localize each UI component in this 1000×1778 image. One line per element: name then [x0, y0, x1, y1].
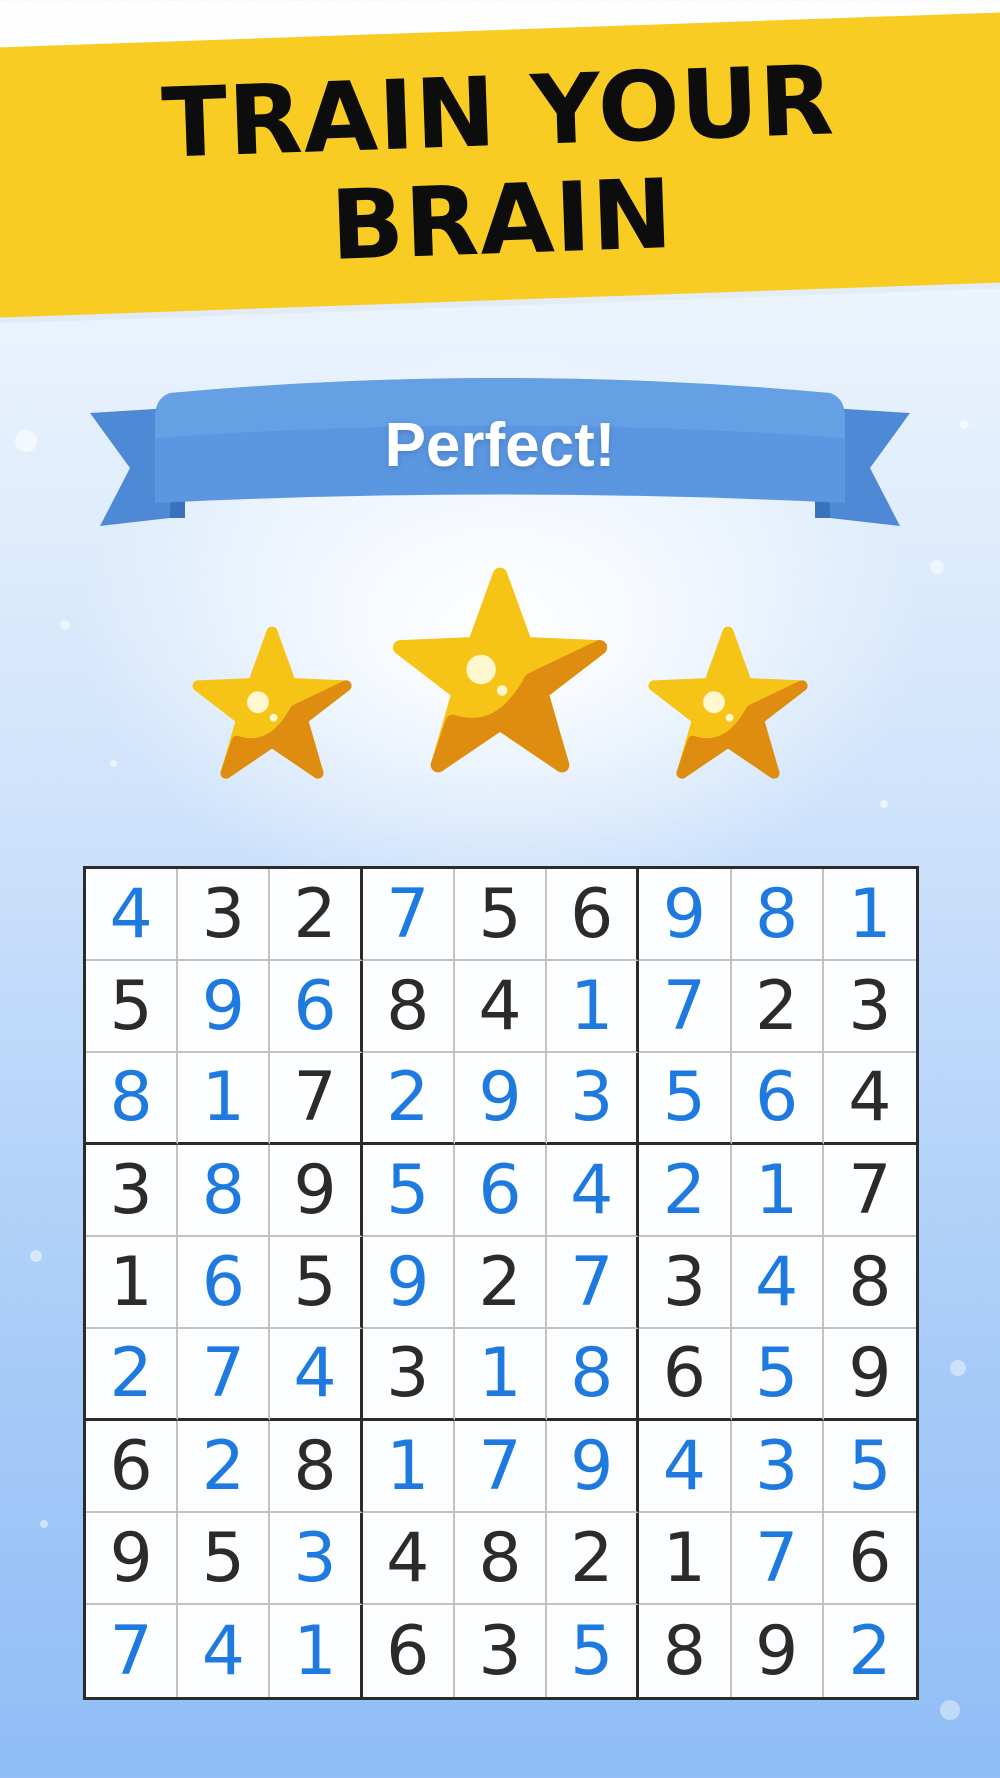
sudoku-cell[interactable]: 5 [362, 1145, 455, 1237]
sudoku-cell[interactable]: 3 [178, 869, 271, 961]
sudoku-cell[interactable]: 2 [362, 1053, 455, 1145]
sudoku-cell[interactable]: 3 [547, 1053, 640, 1145]
result-label: Perfect! [384, 411, 616, 480]
sudoku-cell[interactable]: 7 [178, 1329, 271, 1421]
sudoku-cell[interactable]: 7 [731, 1513, 824, 1605]
sudoku-cell[interactable]: 1 [178, 1053, 271, 1145]
sudoku-cell[interactable]: 5 [270, 1237, 363, 1329]
sudoku-cell[interactable]: 4 [270, 1329, 363, 1421]
sudoku-cell[interactable]: 9 [547, 1421, 640, 1513]
star-icon-center [392, 567, 608, 773]
sudoku-cell[interactable]: 8 [270, 1421, 363, 1513]
sudoku-cell[interactable]: 2 [824, 1605, 916, 1697]
sudoku-cell[interactable]: 8 [178, 1145, 271, 1237]
sudoku-cell[interactable]: 8 [823, 1237, 916, 1329]
sudoku-cell[interactable]: 1 [362, 1421, 455, 1513]
sudoku-cell[interactable]: 5 [639, 1053, 732, 1145]
sudoku-cell[interactable]: 5 [823, 1421, 916, 1513]
sudoku-cell[interactable]: 1 [454, 1329, 548, 1421]
sudoku-cell[interactable]: 9 [86, 1513, 179, 1605]
sudoku-cell[interactable]: 6 [178, 1237, 271, 1329]
sudoku-cell[interactable]: 6 [731, 1053, 824, 1145]
sudoku-cell[interactable]: 6 [547, 869, 640, 961]
sudoku-cell[interactable]: 7 [547, 1237, 640, 1329]
sudoku-cell[interactable]: 8 [639, 1605, 732, 1697]
sudoku-cell[interactable]: 4 [362, 1513, 455, 1605]
star-icon-left [192, 626, 352, 779]
sudoku-cell[interactable]: 6 [639, 1329, 732, 1421]
sudoku-cell[interactable]: 1 [731, 1145, 824, 1237]
sudoku-cell[interactable]: 1 [547, 961, 640, 1053]
sudoku-cell[interactable]: 2 [86, 1329, 179, 1421]
sudoku-cell[interactable]: 9 [362, 1237, 455, 1329]
sudoku-cell[interactable]: 2 [270, 869, 363, 961]
sudoku-cell[interactable]: 3 [270, 1513, 363, 1605]
sudoku-cell[interactable]: 3 [362, 1329, 455, 1421]
sudoku-cell[interactable]: 8 [454, 1513, 548, 1605]
sudoku-cell[interactable]: 9 [270, 1145, 363, 1237]
sudoku-cell[interactable]: 7 [823, 1145, 916, 1237]
sudoku-cell[interactable]: 7 [86, 1605, 179, 1697]
sudoku-cell[interactable]: 1 [639, 1513, 732, 1605]
sudoku-cell[interactable]: 2 [454, 1237, 548, 1329]
sudoku-cell[interactable]: 5 [178, 1513, 271, 1605]
sudoku-cell[interactable]: 4 [454, 961, 548, 1053]
sudoku-cell[interactable]: 5 [86, 961, 179, 1053]
sudoku-cell[interactable]: 4 [178, 1605, 271, 1697]
sudoku-cell[interactable]: 6 [86, 1421, 179, 1513]
sudoku-cell[interactable]: 6 [363, 1605, 455, 1697]
sudoku-cell[interactable]: 6 [454, 1145, 548, 1237]
sudoku-cell[interactable]: 2 [178, 1421, 271, 1513]
sudoku-cell[interactable]: 8 [362, 961, 455, 1053]
sudoku-cell[interactable]: 3 [639, 1237, 732, 1329]
sudoku-cell[interactable]: 8 [547, 1329, 640, 1421]
sudoku-board: 4327569815968417238172935643895642171659… [83, 866, 919, 1700]
sudoku-cell[interactable]: 2 [731, 961, 824, 1053]
sudoku-cell[interactable]: 5 [454, 869, 548, 961]
sudoku-cell[interactable]: 9 [732, 1605, 824, 1697]
star-rating [192, 567, 808, 779]
sudoku-cell[interactable]: 7 [362, 869, 455, 961]
sudoku-cell[interactable]: 2 [639, 1145, 732, 1237]
page-title: TRAIN YOUR BRAIN [0, 41, 1000, 292]
sudoku-cell[interactable]: 4 [731, 1237, 824, 1329]
sudoku-cell[interactable]: 8 [86, 1053, 179, 1145]
sudoku-cell[interactable]: 3 [455, 1605, 548, 1697]
sudoku-cell[interactable]: 2 [547, 1513, 640, 1605]
sudoku-cell[interactable]: 6 [823, 1513, 916, 1605]
sudoku-cell[interactable]: 6 [270, 961, 363, 1053]
sudoku-cell[interactable]: 7 [270, 1053, 363, 1145]
sudoku-cell[interactable]: 9 [454, 1053, 548, 1145]
sudoku-cell[interactable]: 5 [547, 1605, 640, 1697]
sudoku-cell[interactable]: 4 [86, 869, 179, 961]
sudoku-cell[interactable]: 5 [731, 1329, 824, 1421]
sudoku-cell[interactable]: 4 [823, 1053, 916, 1145]
sudoku-cell[interactable]: 9 [823, 1329, 916, 1421]
star-icon-right [648, 626, 808, 779]
sudoku-cell[interactable]: 9 [178, 961, 271, 1053]
sudoku-cell[interactable]: 3 [731, 1421, 824, 1513]
sudoku-cell[interactable]: 4 [639, 1421, 732, 1513]
sudoku-cell[interactable]: 1 [86, 1237, 179, 1329]
sudoku-cell[interactable]: 9 [639, 869, 732, 961]
sudoku-cell[interactable]: 8 [731, 869, 824, 961]
sudoku-cell[interactable]: 3 [86, 1145, 179, 1237]
sudoku-cell[interactable]: 1 [270, 1605, 363, 1697]
sudoku-cell[interactable]: 1 [823, 869, 916, 961]
sudoku-cell[interactable]: 7 [639, 961, 732, 1053]
sudoku-cell[interactable]: 3 [823, 961, 916, 1053]
sudoku-cell[interactable]: 7 [454, 1421, 548, 1513]
sudoku-cell[interactable]: 4 [547, 1145, 640, 1237]
